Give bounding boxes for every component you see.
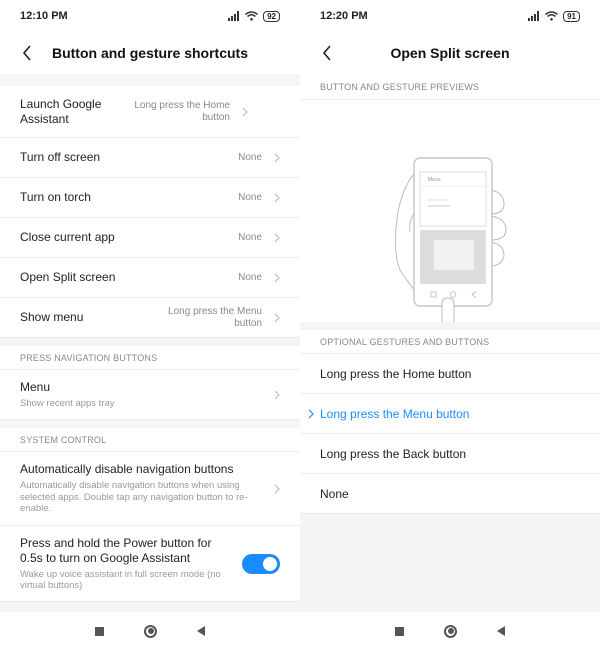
section-header-previews: BUTTON AND GESTURE PREVIEWS	[300, 74, 600, 100]
system-navbar	[300, 612, 600, 650]
option-long-press-home[interactable]: Long press the Home button	[300, 354, 600, 394]
menu-label: Menu	[20, 379, 51, 394]
wifi-icon	[545, 11, 559, 21]
menu-sub: Show recent apps tray	[20, 397, 115, 409]
shortcut-value: Long press the Menu button	[168, 305, 262, 329]
chevron-right-icon	[268, 484, 280, 494]
left-screen: 12:10 PM 92 Button and gesture shortcuts…	[0, 0, 300, 650]
status-bar: 12:20 PM 91	[300, 0, 600, 32]
auto-disable-nav-buttons[interactable]: Automatically disable navigation buttons…	[0, 452, 300, 526]
power-hold-assistant: Press and hold the Power button for 0.5s…	[0, 526, 300, 602]
section-header-options: OPTIONAL GESTURES AND BUTTONS	[300, 330, 600, 354]
shortcut-label: Turn on torch	[20, 190, 91, 204]
section-spacer	[300, 322, 600, 330]
shortcut-close-current-app[interactable]: Close current app None	[0, 218, 300, 258]
settings-list: Launch Google Assistant Long press the H…	[0, 74, 300, 616]
status-icons: 91	[528, 10, 580, 22]
shortcut-value: Long press the Home button	[134, 99, 230, 123]
section-spacer	[0, 338, 300, 346]
title-bar: Button and gesture shortcuts	[0, 32, 300, 74]
shortcut-launch-google-assistant[interactable]: Launch Google Assistant Long press the H…	[0, 86, 300, 138]
preview-menu-label: Menu	[428, 177, 441, 183]
option-none[interactable]: None	[300, 474, 600, 514]
section-spacer	[0, 74, 300, 86]
shortcut-turn-on-torch[interactable]: Turn on torch None	[0, 178, 300, 218]
power-hold-label: Press and hold the Power button for 0.5s…	[20, 535, 212, 565]
phone-illustration: Menu	[394, 157, 507, 322]
chevron-right-icon	[236, 107, 248, 117]
recents-icon[interactable]	[95, 626, 104, 636]
page-title: Open Split screen	[390, 45, 510, 61]
chevron-left-icon	[322, 45, 331, 61]
chevron-right-icon	[268, 313, 280, 323]
right-screen: 12:20 PM 91 Open Split screen BUTTON AND…	[300, 0, 600, 650]
status-icons: 92	[228, 10, 280, 22]
shortcut-value: None	[238, 271, 262, 283]
section-spacer	[0, 420, 300, 428]
shortcut-open-split-screen[interactable]: Open Split screen None	[0, 258, 300, 298]
title-bar: Open Split screen	[300, 32, 600, 74]
menu-text: Menu Show recent apps tray	[20, 380, 268, 410]
option-long-press-menu[interactable]: Long press the Menu button	[300, 394, 600, 434]
empty-area	[300, 514, 600, 612]
shortcut-value: None	[238, 151, 262, 163]
option-label: Long press the Home button	[320, 366, 472, 381]
power-hold-sub: Wake up voice assistant in full screen m…	[20, 568, 221, 592]
chevron-right-icon	[268, 193, 280, 203]
chevron-right-icon	[268, 153, 280, 163]
shortcut-show-menu[interactable]: Show menu Long press the Menu button	[0, 298, 300, 338]
nav-button-menu[interactable]: Menu Show recent apps tray	[0, 370, 300, 420]
option-label: Long press the Menu button	[320, 406, 470, 421]
battery-indicator: 92	[263, 10, 280, 22]
section-header-navigation: PRESS NAVIGATION BUTTONS	[0, 346, 300, 370]
system-navbar	[0, 612, 300, 650]
back-button[interactable]	[14, 40, 40, 66]
shortcut-turn-off-screen[interactable]: Turn off screen None	[0, 138, 300, 178]
battery-indicator: 91	[563, 10, 580, 22]
auto-disable-label: Automatically disable navigation buttons	[20, 462, 234, 477]
shortcut-label: Open Split screen	[20, 270, 116, 284]
gesture-preview: Menu	[300, 100, 600, 322]
option-label: Long press the Back button	[320, 446, 467, 461]
back-triangle-icon[interactable]	[197, 626, 205, 636]
option-long-press-back[interactable]: Long press the Back button	[300, 434, 600, 474]
toggle-knob	[263, 556, 277, 571]
split-screen-settings: BUTTON AND GESTURE PREVIEWS Menu OPTIONA…	[300, 74, 600, 612]
signal-icon	[228, 11, 240, 21]
status-time: 12:10 PM	[20, 10, 68, 22]
selected-chevron-icon	[308, 408, 314, 422]
power-hold-toggle[interactable]	[242, 553, 280, 574]
chevron-right-icon	[268, 233, 280, 243]
auto-disable-sub: Automatically disable navigation buttons…	[20, 480, 248, 515]
home-icon[interactable]	[444, 624, 457, 638]
auto-disable-text: Automatically disable navigation buttons…	[20, 462, 268, 515]
back-button[interactable]	[314, 40, 340, 66]
option-label: None	[320, 486, 349, 501]
shortcut-label: Close current app	[20, 230, 115, 244]
shortcut-label: Launch Google Assistant	[20, 96, 102, 126]
chevron-right-icon	[268, 273, 280, 283]
recents-icon[interactable]	[395, 626, 404, 636]
power-hold-text: Press and hold the Power button for 0.5s…	[20, 536, 230, 592]
shortcut-value: None	[238, 231, 262, 243]
page-title: Button and gesture shortcuts	[51, 45, 248, 61]
back-triangle-icon[interactable]	[497, 626, 505, 636]
chevron-left-icon	[22, 45, 31, 61]
signal-icon	[528, 11, 540, 21]
chevron-right-icon	[268, 390, 280, 400]
status-time: 12:20 PM	[320, 10, 368, 22]
wifi-icon	[245, 11, 259, 21]
shortcut-label: Show menu	[20, 310, 84, 324]
section-header-system-control: SYSTEM CONTROL	[0, 428, 300, 452]
home-icon[interactable]	[144, 624, 157, 638]
shortcut-label: Turn off screen	[20, 150, 101, 164]
status-bar: 12:10 PM 92	[0, 0, 300, 32]
shortcut-value: None	[238, 191, 262, 203]
